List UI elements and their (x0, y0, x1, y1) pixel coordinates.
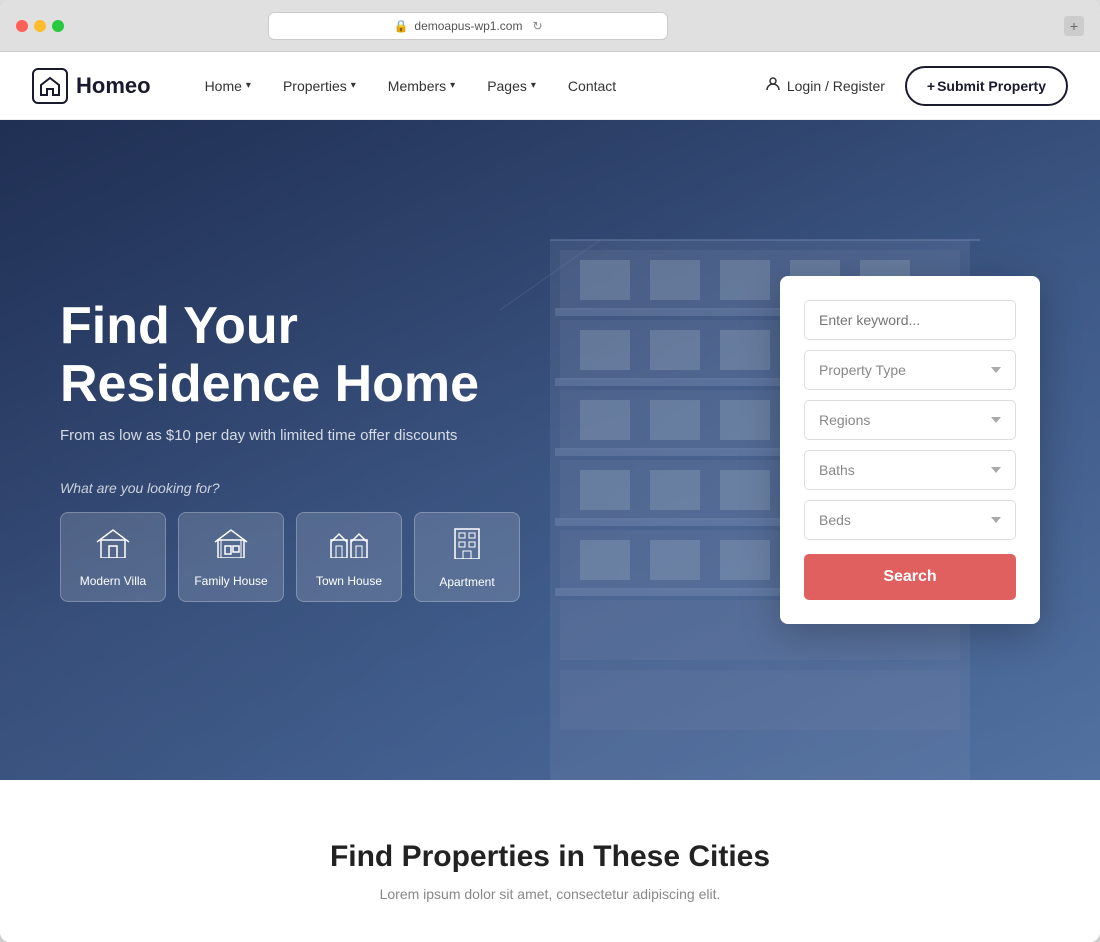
traffic-lights (16, 20, 64, 32)
cities-subtitle: Lorem ipsum dolor sit amet, consectetur … (32, 886, 1068, 902)
logo-text: Homeo (76, 73, 151, 99)
browser-window: 🔒 demoapus-wp1.com ↻ + Homeo Home (0, 0, 1100, 942)
apartment-label: Apartment (439, 575, 494, 589)
nav-item-pages[interactable]: Pages ▾ (473, 70, 550, 102)
nav-links: Home ▾ Properties ▾ Members ▾ (191, 70, 765, 102)
browser-chrome: 🔒 demoapus-wp1.com ↻ + (0, 0, 1100, 52)
logo-link[interactable]: Homeo (32, 68, 151, 104)
logo-icon (32, 68, 68, 104)
lock-icon: 🔒 (393, 19, 408, 33)
hero-subtitle: From as low as $10 per day with limited … (60, 427, 540, 444)
new-tab-button[interactable]: + (1064, 16, 1084, 36)
nav-item-home[interactable]: Home ▾ (191, 70, 265, 102)
chevron-down-icon: ▾ (246, 80, 251, 91)
cities-section: Find Properties in These Cities Lorem ip… (0, 780, 1100, 942)
baths-select[interactable]: Baths 1 2 3 4+ (804, 450, 1016, 490)
chevron-down-icon: ▾ (351, 80, 356, 91)
chevron-down-icon: ▾ (450, 80, 455, 91)
property-types-row: Modern Villa (60, 512, 540, 602)
maximize-dot[interactable] (52, 20, 64, 32)
property-type-family-house[interactable]: Family House (178, 512, 284, 602)
property-type-select[interactable]: Property Type House Apartment Villa Town… (804, 350, 1016, 390)
keyword-input[interactable] (804, 300, 1016, 340)
nav-contact-link[interactable]: Contact (554, 70, 630, 102)
nav-item-members[interactable]: Members ▾ (374, 70, 469, 102)
apartment-icon (451, 525, 483, 567)
navbar: Homeo Home ▾ Properties ▾ (0, 52, 1100, 120)
town-house-label: Town House (316, 574, 382, 588)
chevron-down-icon: ▾ (531, 80, 536, 91)
login-register-link[interactable]: Login / Register (765, 76, 885, 95)
beds-select[interactable]: Beds 1 2 3 4 5+ (804, 500, 1016, 540)
town-house-icon (329, 526, 369, 566)
nav-item-contact[interactable]: Contact (554, 70, 630, 102)
nav-properties-link[interactable]: Properties ▾ (269, 70, 370, 102)
nav-home-link[interactable]: Home ▾ (191, 70, 265, 102)
minimize-dot[interactable] (34, 20, 46, 32)
modern-villa-label: Modern Villa (80, 574, 146, 588)
url-text: demoapus-wp1.com (414, 19, 522, 33)
nav-pages-link[interactable]: Pages ▾ (473, 70, 550, 102)
plus-icon: + (927, 78, 935, 94)
search-panel: Property Type House Apartment Villa Town… (780, 276, 1040, 624)
address-bar[interactable]: 🔒 demoapus-wp1.com ↻ (268, 12, 668, 40)
nav-item-properties[interactable]: Properties ▾ (269, 70, 370, 102)
modern-villa-icon (95, 526, 131, 566)
hero-looking-label: What are you looking for? (60, 480, 540, 496)
cities-title: Find Properties in These Cities (32, 840, 1068, 874)
submit-property-button[interactable]: + Submit Property (905, 66, 1068, 106)
search-button[interactable]: Search (804, 554, 1016, 600)
property-type-modern-villa[interactable]: Modern Villa (60, 512, 166, 602)
user-icon (765, 76, 781, 95)
regions-select[interactable]: Regions New York Los Angeles Chicago Hou… (804, 400, 1016, 440)
family-house-icon (213, 526, 249, 566)
close-dot[interactable] (16, 20, 28, 32)
site: Homeo Home ▾ Properties ▾ (0, 52, 1100, 942)
hero-title: Find Your Residence Home (60, 298, 540, 412)
hero-section: Find Your Residence Home From as low as … (0, 120, 1100, 780)
property-type-apartment[interactable]: Apartment (414, 512, 520, 602)
refresh-icon[interactable]: ↻ (532, 19, 542, 33)
hero-content: Find Your Residence Home From as low as … (0, 298, 600, 601)
family-house-label: Family House (194, 574, 267, 588)
nav-right: Login / Register + Submit Property (765, 66, 1068, 106)
nav-members-link[interactable]: Members ▾ (374, 70, 469, 102)
property-type-town-house[interactable]: Town House (296, 512, 402, 602)
